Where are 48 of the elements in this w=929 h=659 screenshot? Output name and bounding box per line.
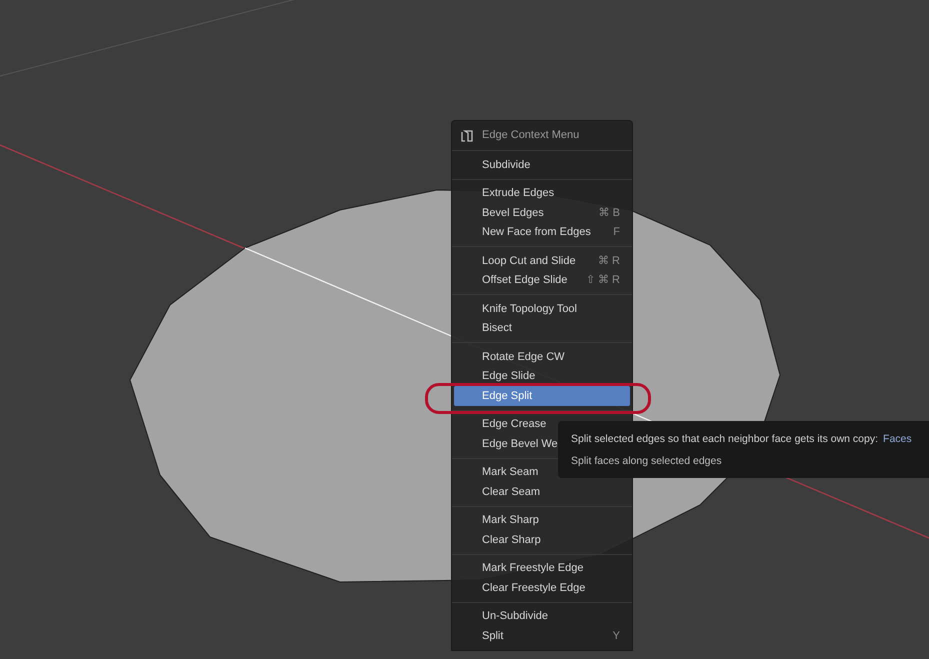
menu-item[interactable]: New Face from Edges F (454, 222, 630, 242)
shortcut-label: ⇧ ⌘ R (586, 273, 620, 288)
tooltip-value: Faces (883, 432, 912, 447)
menu-item[interactable]: Knife Topology Tool (454, 299, 630, 318)
menu-item-label: Clear Sharp (482, 532, 541, 548)
menu-item-label: Mark Freestyle Edge (482, 561, 584, 576)
menu-item-label: Edge Crease (482, 417, 546, 432)
menu-item[interactable]: Mark Freestyle Edge (454, 558, 630, 578)
menu-item[interactable]: Clear Seam (454, 482, 630, 502)
menu-item-label: Clear Freestyle Edge (482, 580, 586, 596)
menu-item[interactable]: Un-Subdivide (454, 606, 630, 626)
menu-item-label: Rotate Edge CW (482, 350, 565, 364)
shortcut-label: F (613, 225, 620, 240)
menu-item[interactable]: Clear Freestyle Edge (454, 578, 630, 598)
menu-item-label: Un-Subdivide (482, 609, 548, 624)
menu-item[interactable]: Loop Cut and Slide ⌘ R (454, 251, 630, 270)
menu-item-label: Bisect (482, 321, 512, 336)
menu-item[interactable]: Offset Edge Slide ⇧ ⌘ R (454, 270, 630, 290)
mesh-icon (460, 128, 474, 142)
shortcut-label: Y (612, 628, 620, 644)
menu-item[interactable]: Mark Sharp (454, 510, 630, 530)
menu-item-label: Offset Edge Slide (482, 273, 568, 288)
menu-item-label: Edge Slide (482, 369, 536, 384)
tooltip-detail: Split faces along selected edges (571, 454, 723, 469)
menu-item[interactable]: Extrude Edges (454, 184, 630, 203)
menu-item-label: Extrude Edges (482, 186, 554, 201)
menu-item-label: Mark Sharp (482, 513, 539, 528)
menu-item[interactable]: Clear Sharp (454, 530, 630, 550)
menu-item[interactable]: Bevel Edges ⌘ B (454, 203, 630, 222)
shortcut-label: ⌘ B (598, 206, 620, 220)
menu-item[interactable]: Bisect (454, 318, 630, 338)
menu-item-label: Split (482, 628, 504, 644)
menu-item-label: Subdivide (482, 158, 530, 172)
menu-item-label: Clear Seam (482, 484, 540, 500)
menu-title: Edge Context Menu (482, 128, 580, 144)
shortcut-label: ⌘ R (598, 254, 620, 268)
menu-item[interactable]: Subdivide (454, 155, 630, 174)
menu-item[interactable]: Rotate Edge CW (454, 347, 630, 366)
menu-item-label: New Face from Edges (482, 225, 591, 240)
menu-item-label: Edge Split (482, 388, 532, 404)
menu-item[interactable]: Edge Split (454, 386, 630, 406)
menu-item-label: Loop Cut and Slide (482, 254, 576, 268)
menu-item-label: Mark Seam (482, 465, 538, 480)
tooltip-description: Split selected edges so that each neighbor face gets its own copy: (571, 432, 878, 447)
menu-item-label: Knife Topology Tool (482, 302, 577, 316)
menu-item[interactable]: Edge Slide (454, 366, 630, 386)
menu-item-label: Bevel Edges (482, 206, 544, 220)
menu-item[interactable]: Split Y (454, 626, 630, 646)
